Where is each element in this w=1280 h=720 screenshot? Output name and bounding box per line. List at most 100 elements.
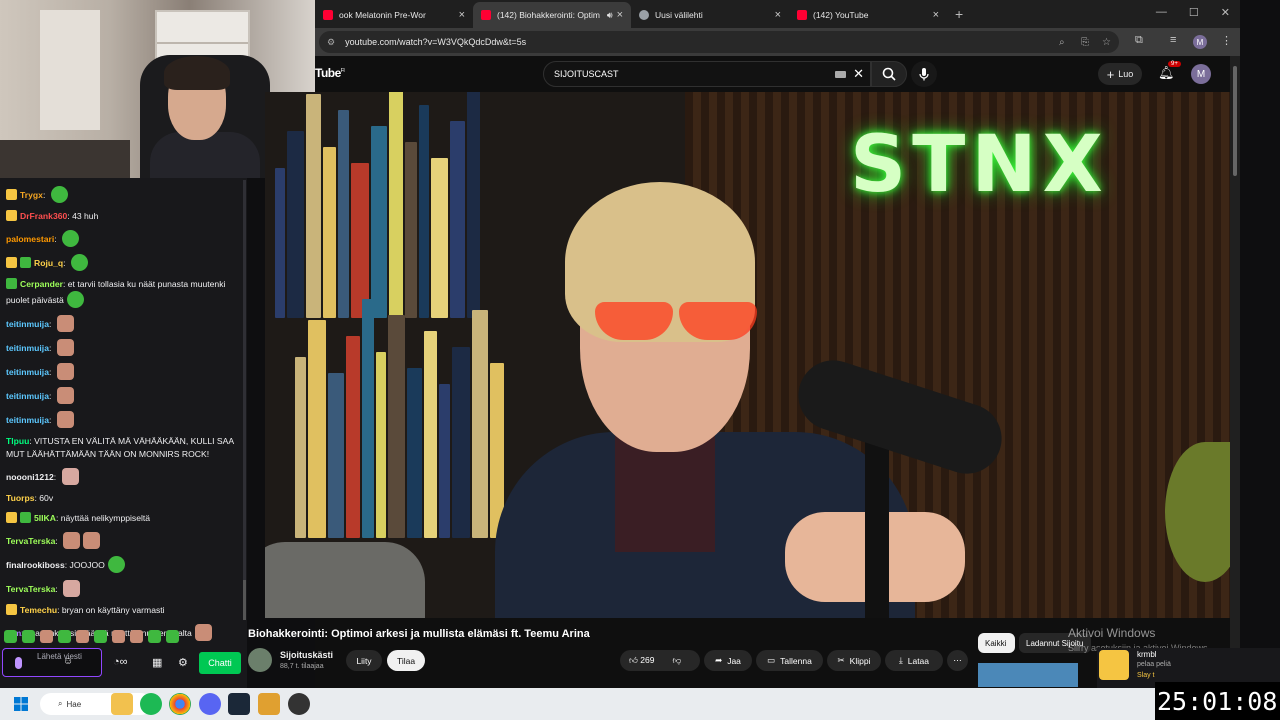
browser-tab[interactable]: (142) Biohakkerointi: Optim 🔊︎ × [473, 2, 631, 28]
close-tab-icon[interactable]: × [933, 9, 939, 21]
chat-badge-icon[interactable] [20, 511, 31, 523]
emote-icon[interactable] [40, 629, 53, 643]
create-button[interactable]: + Luo [1098, 63, 1142, 85]
like-button[interactable]: 👍︎ 269 [629, 655, 654, 666]
channel-avatar[interactable] [248, 648, 272, 672]
join-button[interactable]: Liity [346, 650, 382, 671]
subscribe-button[interactable]: Tilaa [387, 650, 425, 671]
search-input[interactable]: SIJOITUSCAST ✕ [543, 61, 871, 87]
profile-avatar[interactable]: M [1193, 35, 1207, 49]
emote-picker-icon[interactable]: ☺ [63, 657, 73, 667]
emote-icon[interactable] [148, 629, 161, 643]
extensions-icon[interactable]: ⧉ [1135, 34, 1143, 47]
chat-username[interactable]: TervaTerska [6, 536, 55, 546]
chat-username[interactable]: 5IIKA [34, 513, 56, 523]
keyboard-icon[interactable] [835, 71, 846, 78]
chat-badge-icon[interactable] [6, 256, 17, 268]
channel-points-icon[interactable]: ◔∞ [113, 656, 128, 668]
emote-icon[interactable] [130, 629, 143, 643]
more-actions-button[interactable]: ⋯ [947, 650, 968, 671]
site-settings-icon[interactable]: ⚙ [327, 37, 335, 48]
chat-username[interactable]: teitinmuija [6, 319, 49, 329]
chat-badge-icon[interactable] [6, 603, 17, 615]
obs-icon[interactable] [288, 693, 310, 715]
chat-username[interactable]: finalrookiboss [6, 560, 65, 570]
emote-frog-icon[interactable] [107, 555, 125, 573]
bookmark-star-icon[interactable]: ☆ [1102, 37, 1111, 48]
discord-icon[interactable] [199, 693, 221, 715]
emote-face-icon[interactable] [56, 338, 74, 356]
url-field[interactable]: ⚙ youtube.com/watch?v=W3VQkQdcDdw&t=5s ⌕… [319, 31, 1119, 53]
minimize-button[interactable]: — [1156, 6, 1167, 19]
close-tab-icon[interactable]: × [775, 9, 781, 21]
emote-icon[interactable] [94, 629, 107, 643]
close-tab-icon[interactable]: × [459, 9, 465, 21]
emote-icon[interactable] [112, 629, 125, 643]
dislike-button[interactable]: 👎︎ [672, 655, 681, 666]
browser-menu-icon[interactable]: ⋮ [1221, 34, 1232, 47]
browser-tab[interactable]: Uusi välilehti × [631, 2, 789, 28]
emote-frog-icon[interactable] [50, 185, 68, 203]
chat-send-button[interactable]: Chatti [199, 652, 241, 674]
chat-username[interactable]: teitinmuija [6, 415, 49, 425]
speaker-icon[interactable]: 🔊︎ [607, 10, 613, 21]
download-button[interactable]: ⤓ Lataa [885, 650, 943, 671]
close-window-button[interactable]: ✕ [1221, 6, 1230, 19]
save-button[interactable]: ▭ Tallenna [756, 650, 823, 671]
search-button[interactable] [871, 61, 907, 87]
chip-all[interactable]: Kaikki [978, 633, 1015, 653]
clear-search-icon[interactable]: ✕ [853, 66, 864, 82]
browser-tab[interactable]: (142) YouTube × [789, 2, 947, 28]
chat-badge-icon[interactable] [20, 256, 31, 268]
emote-face-icon[interactable] [56, 410, 74, 428]
chat-username[interactable]: noooni1212 [6, 472, 54, 482]
chat-settings-icon[interactable]: ⚙ [178, 656, 188, 669]
chat-username[interactable]: Tuorps [6, 493, 34, 503]
emote-icon[interactable] [166, 629, 179, 643]
chat-username[interactable]: TervaTerska [6, 584, 55, 594]
gift-icon[interactable]: ▦ [152, 656, 162, 669]
chat-username[interactable]: Temechu [20, 605, 57, 615]
chat-badge-icon[interactable] [6, 277, 17, 289]
notifications-bell-icon[interactable]: 🔔︎ [1158, 65, 1175, 81]
chat-scrollbar[interactable] [243, 180, 246, 620]
steam-icon[interactable] [228, 693, 250, 715]
emote-face-icon[interactable] [56, 362, 74, 380]
chat-username[interactable]: Cerpander [20, 279, 63, 289]
start-menu-icon[interactable] [10, 693, 32, 715]
emote-icon[interactable] [4, 629, 17, 643]
file-explorer-icon[interactable] [111, 693, 133, 715]
maximize-button[interactable]: ☐ [1189, 6, 1199, 19]
chat-message-input[interactable]: Lähetä viesti ☺ [2, 648, 102, 677]
mic-icon[interactable] [15, 657, 22, 669]
emote-icon[interactable] [58, 629, 71, 643]
close-tab-icon[interactable]: × [617, 9, 623, 21]
emote-face-icon[interactable] [56, 314, 74, 332]
emote-icon[interactable] [22, 629, 35, 643]
zoom-icon[interactable]: ⌕ [1059, 37, 1065, 48]
emote-frog-icon[interactable] [66, 290, 84, 308]
clip-button[interactable]: ✂ Klippi [827, 650, 881, 671]
chat-username[interactable]: Trygx [20, 190, 43, 200]
taskbar-search[interactable]: ⌕ Hae [40, 693, 152, 715]
emote-face-icon[interactable] [56, 386, 74, 404]
chat-username[interactable]: Roju_q [34, 258, 63, 268]
channel-name[interactable]: Sijoituskästi [280, 650, 333, 660]
emote-icon[interactable] [76, 629, 89, 643]
chat-badge-icon[interactable] [6, 209, 17, 221]
chat-badge-icon[interactable] [6, 188, 17, 200]
browser-tab[interactable]: ook Melatonin Pre-Wor × [315, 2, 473, 28]
chat-username[interactable]: palomestari [6, 234, 54, 244]
recommended-thumbnail[interactable] [978, 663, 1078, 687]
reading-list-icon[interactable]: ≡ [1170, 34, 1176, 46]
youtube-logo[interactable]: TubeFI [315, 66, 345, 80]
video-player[interactable]: STNX [265, 92, 1230, 618]
emote-frog-icon[interactable] [62, 229, 80, 247]
spotify-icon[interactable] [140, 693, 162, 715]
chat-username[interactable]: Tlpuu [6, 436, 29, 446]
chat-username[interactable]: teitinmuija [6, 367, 49, 377]
emote-frog-icon[interactable] [70, 253, 88, 271]
emote-cat-icon[interactable] [61, 467, 79, 485]
game-app-icon[interactable] [258, 693, 280, 715]
chat-username[interactable]: teitinmuija [6, 391, 49, 401]
